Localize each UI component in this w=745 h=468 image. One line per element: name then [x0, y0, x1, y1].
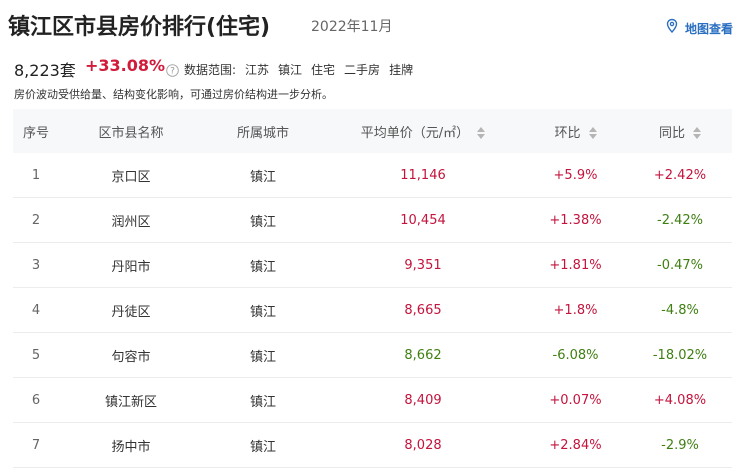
scope-label: 数据范围:	[184, 63, 237, 77]
col-district: 区市县名称	[59, 109, 203, 153]
row-district-name: 扬中市	[59, 422, 203, 468]
col-yoy-label: 同比	[658, 125, 685, 141]
row-district-name: 丹阳市	[59, 242, 203, 288]
row-city: 镇江	[203, 197, 323, 243]
table-row[interactable]: 7 扬中市 镇江 8,028 +2.84% -2.9%	[13, 422, 732, 468]
change-rate: +33.08%	[85, 56, 166, 75]
row-avg-price: 8,665	[323, 287, 523, 333]
table-row[interactable]: 3 丹阳市 镇江 9,351 +1.81% -0.47%	[13, 242, 732, 288]
row-city: 镇江	[203, 153, 323, 198]
scope-items: 江苏 镇江 住宅 二手房 挂牌	[245, 61, 413, 78]
row-avg-price: 8,662	[323, 332, 523, 378]
col-yoy[interactable]: 同比	[628, 109, 732, 153]
row-rank: 2	[13, 197, 59, 243]
row-city: 镇江	[203, 332, 323, 378]
map-view-link[interactable]: 地图查看	[664, 18, 733, 38]
row-mom: +1.8%	[523, 287, 628, 333]
row-city: 镇江	[203, 287, 323, 333]
table-row[interactable]: 6 镇江新区 镇江 8,409 +0.07% +4.08%	[13, 377, 732, 423]
help-icon[interactable]: ?	[166, 62, 179, 81]
row-avg-price: 9,351	[323, 242, 523, 288]
row-avg-price: 8,409	[323, 377, 523, 423]
col-mom[interactable]: 环比	[523, 109, 628, 153]
table-row[interactable]: 4 丹徒区 镇江 8,665 +1.8% -4.8%	[13, 287, 732, 333]
row-yoy: -2.42%	[628, 197, 732, 243]
row-city: 镇江	[203, 422, 323, 468]
row-yoy: +2.42%	[628, 153, 732, 198]
row-yoy: +4.08%	[628, 377, 732, 423]
row-rank: 1	[13, 153, 59, 198]
row-rank: 4	[13, 287, 59, 333]
col-rank: 序号	[13, 109, 59, 153]
svg-text:?: ?	[170, 67, 175, 77]
row-avg-price: 11,146	[323, 153, 523, 198]
row-yoy: -4.8%	[628, 287, 732, 333]
scope-item: 镇江	[278, 63, 303, 77]
row-district-name: 润州区	[59, 197, 203, 243]
row-district-name: 丹徒区	[59, 287, 203, 333]
table-header-row: 序号 区市县名称 所属城市 平均单价（元/㎡） 环比 同比	[13, 109, 732, 153]
sort-icon[interactable]	[477, 127, 486, 139]
row-mom: +2.84%	[523, 422, 628, 468]
row-rank: 5	[13, 332, 59, 378]
row-district-name: 京口区	[59, 153, 203, 198]
map-view-label: 地图查看	[685, 21, 734, 36]
col-mom-label: 环比	[554, 125, 581, 141]
row-avg-price: 8,028	[323, 422, 523, 468]
row-mom: +0.07%	[523, 377, 628, 423]
map-pin-icon	[664, 18, 680, 38]
scope-item: 二手房	[344, 63, 381, 77]
scope-item: 住宅	[311, 63, 336, 77]
price-note: 房价波动受供给量、结构变化影响，可通过房价结构进一步分析。	[14, 88, 333, 101]
scope-item: 江苏	[245, 63, 270, 77]
row-yoy: -2.9%	[628, 422, 732, 468]
row-yoy: -0.47%	[628, 242, 732, 288]
table-row[interactable]: 5 句容市 镇江 8,662 -6.08% -18.02%	[13, 332, 732, 378]
row-rank: 7	[13, 422, 59, 468]
row-mom: +1.38%	[523, 197, 628, 243]
table-row[interactable]: 1 京口区 镇江 11,146 +5.9% +2.42%	[13, 153, 732, 198]
row-city: 镇江	[203, 377, 323, 423]
row-avg-price: 10,454	[323, 197, 523, 243]
row-yoy: -18.02%	[628, 332, 732, 378]
row-mom: +1.81%	[523, 242, 628, 288]
row-mom: -6.08%	[523, 332, 628, 378]
col-city: 所属城市	[203, 109, 323, 153]
ranking-table: 序号 区市县名称 所属城市 平均单价（元/㎡） 环比 同比 1 京口区 镇江 11,1…	[13, 109, 732, 468]
row-rank: 3	[13, 242, 59, 288]
scope-item: 挂牌	[389, 63, 414, 77]
row-district-name: 句容市	[59, 332, 203, 378]
row-rank: 6	[13, 377, 59, 423]
row-district-name: 镇江新区	[59, 377, 203, 423]
col-avg-price[interactable]: 平均单价（元/㎡）	[323, 109, 523, 153]
report-date: 2022年11月	[311, 19, 393, 35]
listing-count: 8,223套	[14, 61, 76, 80]
row-mom: +5.9%	[523, 153, 628, 198]
col-avg-price-label: 平均单价（元/㎡）	[360, 125, 470, 141]
table-body: 1 京口区 镇江 11,146 +5.9% +2.42% 2 润州区 镇江 10,454 +1.38…	[13, 153, 732, 468]
row-city: 镇江	[203, 242, 323, 288]
sort-icon[interactable]	[588, 127, 597, 139]
sort-icon[interactable]	[693, 127, 701, 139]
table-row[interactable]: 2 润州区 镇江 10,454 +1.38% -2.42%	[13, 197, 732, 243]
page-title: 镇江区市县房价排行(住宅)	[8, 15, 271, 40]
